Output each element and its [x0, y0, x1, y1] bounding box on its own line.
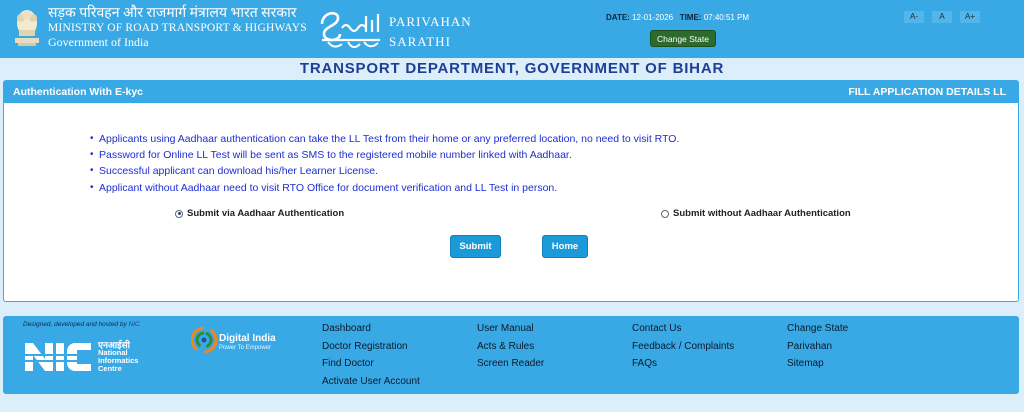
site-header: सड़क परिवहन और राजमार्ग मंत्रालय भारत सर… [0, 0, 1024, 58]
footer-link-screen-reader[interactable]: Screen Reader [477, 358, 544, 371]
footer-link-dashboard[interactable]: Dashboard [322, 323, 420, 336]
list-item: Successful applicant can download his/he… [90, 163, 679, 179]
time-label: TIME: [679, 13, 702, 22]
footer-link-activate-user-account[interactable]: Activate User Account [322, 376, 420, 389]
footer-links-col2: User Manual Acts & Rules Screen Reader [477, 323, 544, 371]
font-increase-button[interactable]: A+ [960, 11, 980, 23]
home-button[interactable]: Home [542, 235, 588, 258]
digital-india-text: Digital India [219, 333, 276, 344]
list-item: Applicant without Aadhaar need to visit … [90, 180, 679, 196]
radio-aadhaar-auth[interactable] [175, 209, 183, 218]
option-aadhaar-auth[interactable]: Submit via Aadhaar Authentication [175, 208, 344, 219]
sarathi-logo-icon [320, 11, 380, 48]
panel-header: Authentication With E-kyc FILL APPLICATI… [4, 81, 1018, 103]
footer-link-feedback[interactable]: Feedback / Complaints [632, 341, 734, 354]
date-value: 12-01-2026 [632, 13, 674, 22]
change-state-button[interactable]: Change State [650, 30, 716, 47]
digital-india-logo: Digital India Power To Empower [191, 326, 296, 356]
ekyc-panel: Authentication With E-kyc FILL APPLICATI… [3, 80, 1019, 302]
footer-link-parivahan[interactable]: Parivahan [787, 341, 848, 354]
footer-link-sitemap[interactable]: Sitemap [787, 358, 848, 371]
panel-title-right: FILL APPLICATION DETAILS LL [848, 86, 1006, 98]
footer-link-user-manual[interactable]: User Manual [477, 323, 544, 336]
digital-india-tagline: Power To Empower [219, 345, 271, 351]
font-reset-button[interactable]: A [932, 11, 952, 23]
option-without-aadhaar-label: Submit without Aadhaar Authentication [673, 208, 851, 219]
hosted-by-link[interactable]: NIC [129, 321, 140, 328]
nic-line3: Centre [98, 364, 122, 373]
ministry-name: सड़क परिवहन और राजमार्ग मंत्रालय भारत सर… [48, 6, 307, 50]
footer-link-acts-rules[interactable]: Acts & Rules [477, 341, 544, 354]
list-item: Applicants using Aadhaar authentication … [90, 131, 679, 147]
option-aadhaar-auth-label: Submit via Aadhaar Authentication [187, 208, 345, 219]
hosted-by-label: Designed, developed and hosted by [23, 321, 127, 328]
nic-logo: एनआईसी National Informatics Centre [23, 337, 163, 377]
time-value: 07:40:51 PM [703, 13, 750, 22]
government-of-india: Government of India [48, 35, 149, 49]
panel-title-left: Authentication With E-kyc [13, 86, 143, 98]
sarathi-title-line1: PARIVAHAN [389, 14, 472, 29]
footer-links-col3: Contact Us Feedback / Complaints FAQs [632, 323, 734, 371]
ministry-name-english: MINISTRY OF ROAD TRANSPORT & HIGHWAYS [48, 22, 307, 34]
info-list: Applicants using Aadhaar authentication … [90, 131, 679, 196]
font-size-controls: A- A A+ [904, 11, 980, 23]
footer-link-contact-us[interactable]: Contact Us [632, 323, 734, 336]
option-without-aadhaar[interactable]: Submit without Aadhaar Authentication [661, 208, 851, 219]
date-time-display: DATE: 12-01-2026 TIME: 07:40:51 PM [606, 13, 749, 22]
radio-without-aadhaar[interactable] [661, 209, 669, 218]
footer-link-find-doctor[interactable]: Find Doctor [322, 358, 420, 371]
list-item: Password for Online LL Test will be sent… [90, 147, 679, 163]
digital-india-icon [191, 326, 217, 354]
site-footer: Designed, developed and hosted by NIC एन… [3, 316, 1019, 394]
page-title: TRANSPORT DEPARTMENT, GOVERNMENT OF BIHA… [299, 60, 725, 77]
nic-logo-icon [23, 343, 93, 371]
footer-links-col4: Change State Parivahan Sitemap [787, 323, 848, 371]
sarathi-title: PARIVAHAN SARATHI [389, 12, 472, 52]
footer-link-faqs[interactable]: FAQs [632, 358, 734, 371]
footer-link-doctor-registration[interactable]: Doctor Registration [322, 341, 420, 354]
national-emblem-icon [15, 10, 39, 46]
font-decrease-button[interactable]: A- [904, 11, 924, 23]
ministry-name-hindi: सड़क परिवहन और राजमार्ग मंत्रालय भारत सर… [48, 6, 297, 21]
hosted-by-text: Designed, developed and hosted by NIC [23, 321, 140, 328]
date-label: DATE: [606, 13, 630, 22]
footer-link-change-state[interactable]: Change State [787, 323, 848, 336]
sarathi-title-line2: SARATHI [389, 34, 451, 49]
footer-links-col1: Dashboard Doctor Registration Find Docto… [322, 323, 420, 388]
submit-button[interactable]: Submit [450, 235, 501, 258]
